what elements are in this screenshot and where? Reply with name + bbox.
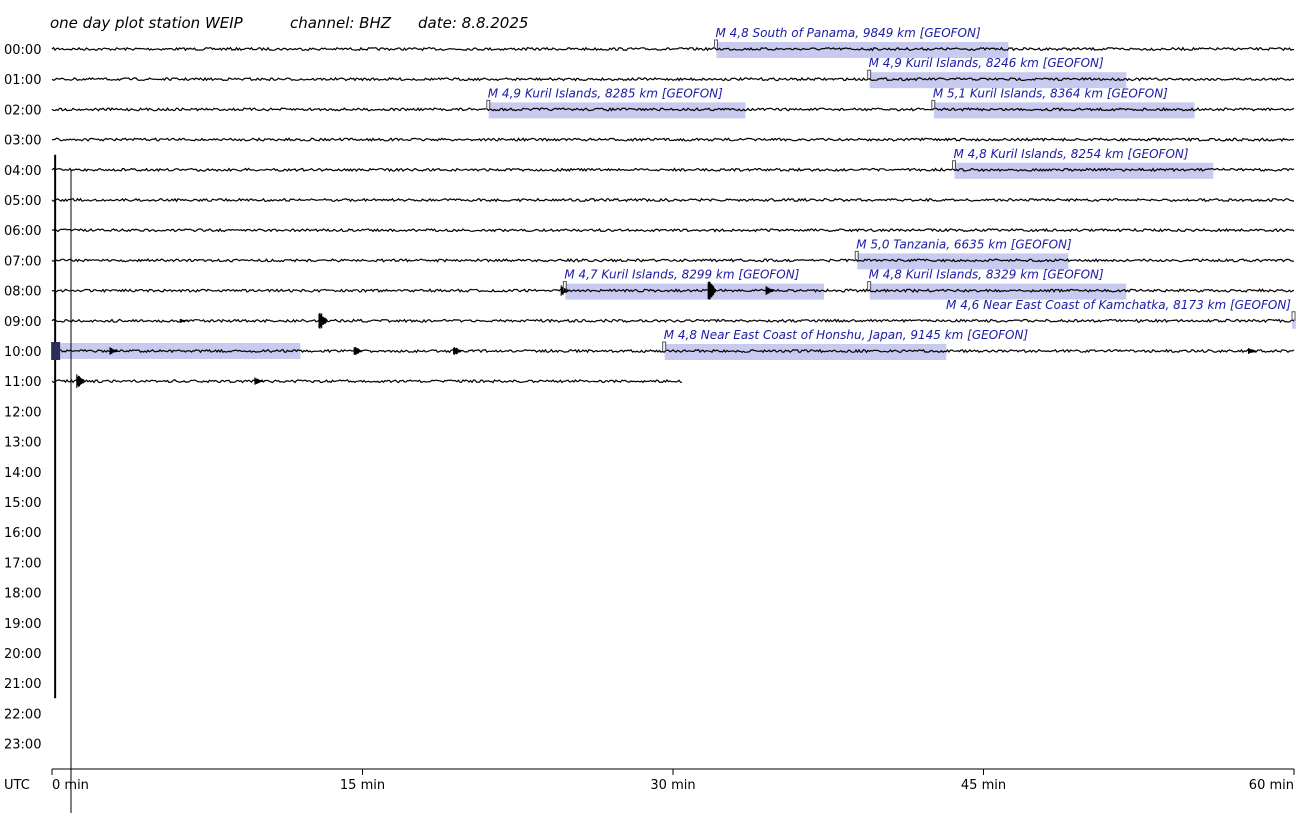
event-label: M 4,9 Kuril Islands, 8285 km [GEOFON] xyxy=(488,86,723,100)
plot-title: one day plot station WEIP xyxy=(50,14,244,32)
hour-label-0000: 00:00 xyxy=(4,43,41,58)
hour-label-0600: 06:00 xyxy=(4,224,41,239)
event-band xyxy=(565,283,825,300)
event-marker xyxy=(713,39,718,49)
hour-label-0800: 08:00 xyxy=(4,285,41,300)
hour-label-0700: 07:00 xyxy=(4,254,41,269)
trace-hour-1100 xyxy=(51,378,683,384)
signal-burst xyxy=(453,347,462,355)
hour-label-1500: 15:00 xyxy=(4,496,41,511)
hour-label-0400: 04:00 xyxy=(4,164,41,179)
hour-label-2100: 21:00 xyxy=(4,677,41,692)
hour-label-2000: 20:00 xyxy=(4,647,41,662)
hour-label-1200: 12:00 xyxy=(4,405,41,420)
hour-label-1300: 13:00 xyxy=(4,436,41,451)
event-label: M 5,1 Kuril Islands, 8364 km [GEOFON] xyxy=(933,86,1168,100)
hour-label-1700: 17:00 xyxy=(4,556,41,571)
hour-labels: 00:00 01:00 02:00 03:00 04:00 05:00 06:00 07:00… xyxy=(4,43,41,753)
trace-hour-0700 xyxy=(51,258,1295,263)
trace-hour-0900 xyxy=(51,318,1295,324)
event-marker xyxy=(867,69,872,80)
signal-burst xyxy=(254,377,263,385)
event-label: M 4,9 Kuril Islands, 8246 km [GEOFON] xyxy=(869,56,1104,70)
event-band xyxy=(664,344,947,360)
trace-hour-0300 xyxy=(51,137,1295,142)
event-label: M 4,8 Kuril Islands, 8254 km [GEOFON] xyxy=(954,147,1189,161)
trace-hour-0600 xyxy=(51,227,1295,233)
hour-label-1600: 16:00 xyxy=(4,526,41,541)
hour-label-0200: 02:00 xyxy=(4,103,41,118)
hour-label-0900: 09:00 xyxy=(4,315,41,330)
event-label: M 4,7 Kuril Islands, 8299 km [GEOFON] xyxy=(564,268,799,282)
x-tick-label: 45 min xyxy=(961,778,1006,793)
hour-label-1900: 19:00 xyxy=(4,617,41,632)
large-signal-peak xyxy=(51,342,61,360)
event-marker xyxy=(662,341,667,351)
x-tick-label: 60 min xyxy=(1249,778,1294,793)
event-label: M 4,8 Near East Coast of Honshu, Japan, … xyxy=(664,328,1029,342)
signal-burst xyxy=(76,374,85,389)
event-label: M 4,6 Near East Coast of Kamchatka, 8173… xyxy=(946,298,1291,312)
x-tick-label: 0 min xyxy=(52,778,89,793)
event-label: M 4,8 South of Panama, 9849 km [GEOFON] xyxy=(715,26,980,40)
signal-bursts xyxy=(51,154,1257,699)
event-band xyxy=(488,102,746,119)
x-axis-ticks: 0 min 15 min 30 min 45 min 60 min xyxy=(51,769,1295,793)
event-label: M 5,0 Tanzania, 6635 km [GEOFON] xyxy=(856,237,1072,251)
date-label: date: 8.8.2025 xyxy=(418,14,528,32)
x-tick-label: 30 min xyxy=(650,778,695,793)
event-marker xyxy=(854,250,859,261)
event-marker xyxy=(486,99,491,110)
hour-label-2200: 22:00 xyxy=(4,707,41,722)
x-tick-label: 15 min xyxy=(340,778,385,793)
helicorder-plot: one day plot station WEIP channel: BHZ d… xyxy=(4,14,1296,813)
trace-hour-0000 xyxy=(51,46,1295,52)
hour-label-1100: 11:00 xyxy=(4,375,41,390)
hour-label-0300: 03:00 xyxy=(4,134,41,149)
hour-label-1800: 18:00 xyxy=(4,587,41,602)
trace-hour-0500 xyxy=(51,197,1295,203)
event-marker xyxy=(952,160,957,170)
hour-label-1000: 10:00 xyxy=(4,345,41,360)
channel-label: channel: BHZ xyxy=(290,14,392,32)
y-axis-label: UTC xyxy=(4,778,30,793)
signal-burst xyxy=(353,347,362,355)
event-marker xyxy=(867,281,872,291)
event-marker xyxy=(931,99,936,110)
signal-burst xyxy=(318,312,327,329)
hour-label-0500: 05:00 xyxy=(4,194,41,209)
hour-label-1400: 14:00 xyxy=(4,466,41,481)
event-label: M 4,8 Kuril Islands, 8329 km [GEOFON] xyxy=(869,268,1104,282)
signal-burst xyxy=(1247,348,1257,354)
hour-label-2300: 23:00 xyxy=(4,738,41,753)
hour-label-0100: 01:00 xyxy=(4,73,41,88)
